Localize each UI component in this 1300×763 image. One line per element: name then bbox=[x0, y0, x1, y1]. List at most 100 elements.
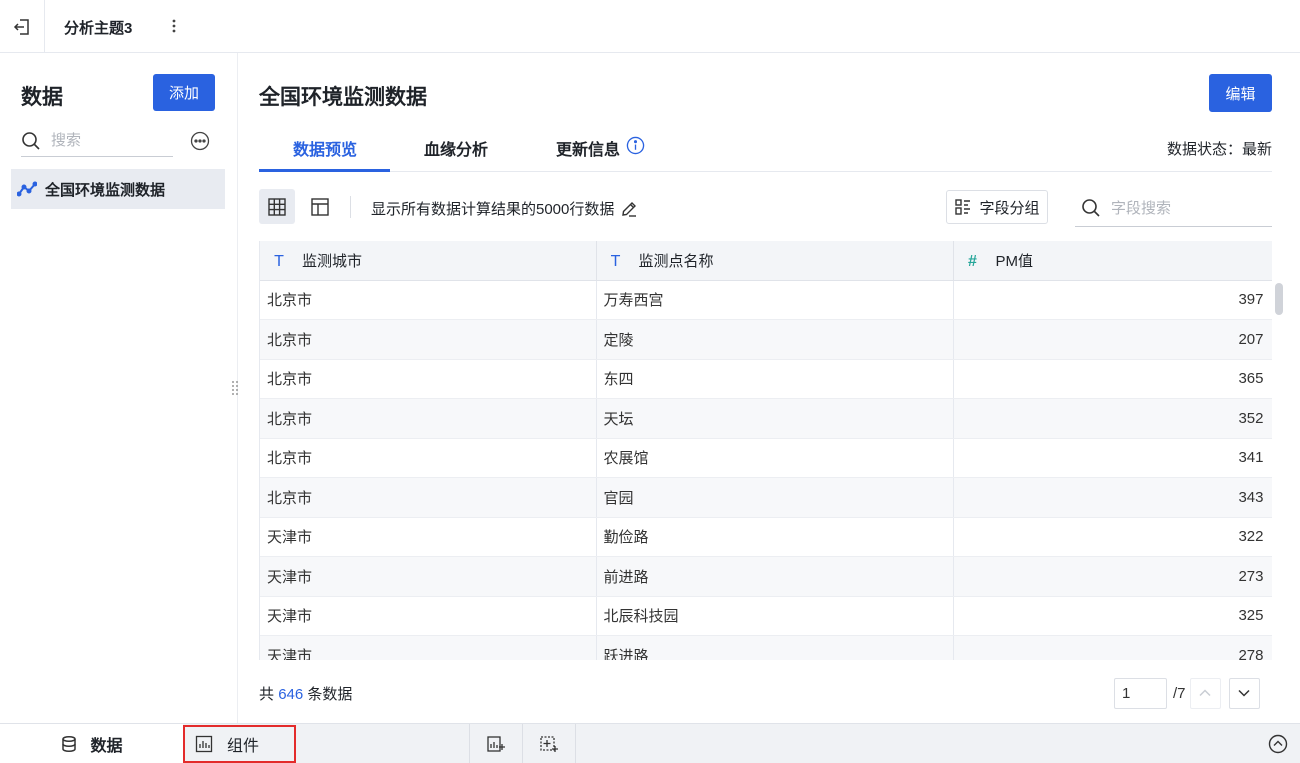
pagination: /7 bbox=[1114, 677, 1260, 709]
table-row: 天津市 北辰科技园 325 bbox=[260, 596, 1272, 636]
table-cell: 322 bbox=[953, 517, 1272, 557]
line-chart-icon bbox=[17, 181, 37, 197]
edit-button[interactable]: 编辑 bbox=[1209, 74, 1272, 112]
table-row: 天津市 前进路 273 bbox=[260, 556, 1272, 597]
table-cell: 273 bbox=[953, 556, 1272, 597]
add-component-icon[interactable] bbox=[469, 724, 522, 763]
table-cell: 东四 bbox=[596, 359, 954, 399]
table-cell: 北辰科技园 bbox=[596, 596, 954, 636]
table-row: 北京市 天坛 352 bbox=[260, 398, 1272, 439]
data-table: T 监测城市 T 监测点名称 # PM值 北京市 万寿西宫 397 北京市 定陵 207 北京… bbox=[259, 241, 1272, 660]
text-type-icon: T bbox=[610, 252, 621, 270]
edit-pencil-icon[interactable] bbox=[620, 200, 638, 218]
column-header[interactable]: T 监测点名称 bbox=[596, 241, 954, 281]
search-icon bbox=[1082, 199, 1100, 217]
table-cell: 北京市 bbox=[260, 438, 597, 478]
tab-update-info[interactable]: 更新信息 bbox=[556, 136, 645, 172]
more-options-icon[interactable] bbox=[190, 131, 210, 151]
resize-handle-icon[interactable] bbox=[231, 379, 239, 397]
field-search-input[interactable] bbox=[1111, 199, 1261, 217]
table-cell: 278 bbox=[953, 635, 1272, 660]
bottom-tab-data-label: 数据 bbox=[90, 738, 123, 755]
active-tab-indicator bbox=[259, 169, 390, 172]
add-dashboard-icon[interactable] bbox=[522, 724, 575, 763]
number-type-icon: # bbox=[968, 252, 977, 270]
top-bar: 分析主题3 bbox=[0, 0, 1300, 53]
row-count: 共 646 条数据 bbox=[259, 683, 352, 704]
table-cell: 跃进路 bbox=[596, 635, 954, 660]
exit-icon[interactable] bbox=[0, 0, 45, 53]
bar-chart-icon bbox=[195, 735, 213, 753]
database-icon bbox=[62, 735, 77, 753]
column-header[interactable]: # PM值 bbox=[953, 241, 1272, 281]
table-row: 北京市 万寿西宫 397 bbox=[260, 280, 1272, 320]
column-header[interactable]: T 监测城市 bbox=[260, 241, 597, 281]
tab-update-info-label: 更新信息 bbox=[556, 142, 621, 159]
data-panel-title: 数据 bbox=[21, 86, 63, 109]
preview-toolbar: 显示所有数据计算结果的5000行数据 字段分组 bbox=[259, 188, 1272, 227]
bottom-divider bbox=[575, 724, 576, 763]
column-header-label: 监测城市 bbox=[302, 252, 363, 270]
table-cell: 北京市 bbox=[260, 477, 597, 518]
table-cell: 397 bbox=[953, 280, 1272, 320]
collapse-up-icon[interactable] bbox=[1268, 734, 1288, 754]
table-cell: 勤俭路 bbox=[596, 517, 954, 557]
toolbar-divider bbox=[350, 196, 351, 218]
table-cell: 352 bbox=[953, 398, 1272, 439]
table-row: 天津市 跃进路 278 bbox=[260, 635, 1272, 660]
table-cell: 万寿西宫 bbox=[596, 280, 954, 320]
table-scrollbar[interactable] bbox=[1275, 283, 1283, 315]
row-count-suffix: 条数据 bbox=[307, 686, 353, 703]
table-row: 北京市 东四 365 bbox=[260, 359, 1272, 399]
tab-lineage-analysis[interactable]: 血缘分析 bbox=[424, 136, 488, 172]
table-cell: 官园 bbox=[596, 477, 954, 518]
page-title: 全国环境监测数据 bbox=[259, 86, 427, 109]
preview-description: 显示所有数据计算结果的5000行数据 bbox=[371, 198, 638, 219]
add-button[interactable]: 添加 bbox=[153, 74, 215, 111]
table-row: 北京市 农展馆 341 bbox=[260, 438, 1272, 478]
dataset-item[interactable]: 全国环境监测数据 bbox=[11, 169, 225, 209]
bottom-tab-component-label: 组件 bbox=[227, 738, 260, 755]
table-cell: 341 bbox=[953, 438, 1272, 478]
row-count-value: 646 bbox=[278, 686, 304, 703]
table-row: 北京市 官园 343 bbox=[260, 477, 1272, 518]
preview-description-text: 显示所有数据计算结果的5000行数据 bbox=[371, 201, 615, 218]
main-content: 全国环境监测数据 编辑 数据预览 血缘分析 更新信息 数据状态：最新 显示所有数… bbox=[239, 53, 1300, 723]
table-header-row: T 监测城市 T 监测点名称 # PM值 bbox=[260, 241, 1272, 281]
table-cell: 前进路 bbox=[596, 556, 954, 597]
prev-page-button[interactable] bbox=[1189, 677, 1221, 709]
dataset-item-label: 全国环境监测数据 bbox=[45, 181, 166, 199]
info-icon[interactable] bbox=[626, 136, 645, 155]
next-page-button[interactable] bbox=[1228, 677, 1260, 709]
dataset-search-input[interactable] bbox=[51, 132, 161, 149]
field-search bbox=[1075, 190, 1272, 227]
topic-title: 分析主题3 bbox=[64, 20, 133, 37]
table-cell: 天津市 bbox=[260, 517, 597, 557]
bottom-tab-data[interactable]: 数据 bbox=[0, 724, 183, 763]
table-cell: 北京市 bbox=[260, 319, 597, 360]
data-status: 数据状态：最新 bbox=[1166, 141, 1272, 158]
column-header-label: 监测点名称 bbox=[638, 252, 714, 270]
layout-view-icon[interactable] bbox=[302, 189, 338, 224]
table-cell: 北京市 bbox=[260, 398, 597, 439]
text-type-icon: T bbox=[274, 252, 284, 270]
data-panel: 数据 添加 全国环境监测数据 bbox=[0, 53, 238, 723]
tab-data-preview[interactable]: 数据预览 bbox=[293, 136, 357, 172]
table-cell: 207 bbox=[953, 319, 1272, 360]
table-cell: 北京市 bbox=[260, 359, 597, 399]
table-cell: 天津市 bbox=[260, 556, 597, 597]
column-header-label: PM值 bbox=[995, 252, 1034, 270]
bottom-tab-component[interactable]: 组件 bbox=[183, 725, 296, 763]
row-count-prefix: 共 bbox=[259, 686, 275, 703]
table-cell: 天津市 bbox=[260, 635, 597, 660]
table-cell: 农展馆 bbox=[596, 438, 954, 478]
table-cell: 天津市 bbox=[260, 596, 597, 636]
page-total: /7 bbox=[1173, 684, 1186, 702]
page-number-input[interactable] bbox=[1114, 677, 1167, 709]
table-row: 天津市 勤俭路 322 bbox=[260, 517, 1272, 557]
grid-view-icon[interactable] bbox=[259, 189, 295, 224]
dataset-search bbox=[21, 125, 173, 157]
more-vertical-icon[interactable] bbox=[166, 16, 182, 36]
field-group-button[interactable]: 字段分组 bbox=[946, 190, 1048, 224]
chevron-down-icon bbox=[1238, 689, 1250, 697]
